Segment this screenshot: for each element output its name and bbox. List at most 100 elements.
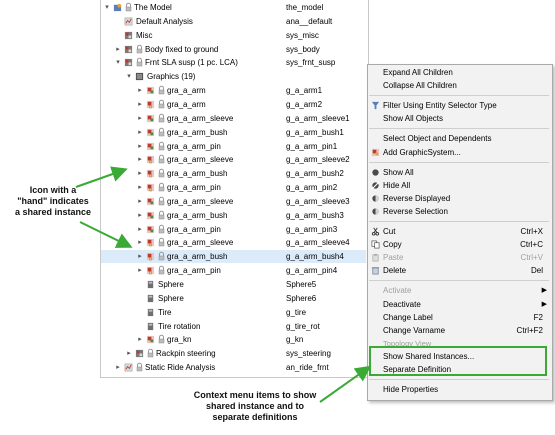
expand-toggle-icon[interactable]: ▸ (125, 347, 133, 360)
tree-row[interactable]: ▸ gra_a_arm_pin g_a_arm_pin1 (101, 140, 366, 153)
menu-item-label: Expand All Children (383, 68, 453, 77)
expand-toggle-icon[interactable]: ▸ (136, 112, 144, 125)
expand-toggle-icon[interactable]: ▸ (136, 250, 144, 263)
tree-row[interactable]: Tire rotation g_tire_rot (101, 320, 366, 333)
tree-row-label: gra_a_arm_bush (167, 127, 228, 137)
menu-item-reverse-displayed[interactable]: Reverse Displayed (368, 192, 552, 205)
tree-row[interactable]: ▸ gra_a_arm_pin g_a_arm_pin3 (101, 223, 366, 236)
note-line: Context menu items to show (193, 390, 317, 400)
hide-icon (371, 181, 380, 190)
menu-item-shortcut: Ctrl+C (520, 240, 543, 250)
menu-item-change-label[interactable]: Change Label F2 (368, 311, 552, 324)
tree-row[interactable]: ▸ Body fixed to ground sys_body (101, 43, 366, 56)
menu-item-change-varname[interactable]: Change Varname Ctrl+F2 (368, 324, 552, 337)
lock-icon (158, 251, 165, 261)
expand-toggle-icon[interactable]: ▸ (114, 361, 122, 374)
menu-item-deactivate[interactable]: Deactivate ▶ (368, 298, 552, 311)
lock-icon (158, 99, 165, 109)
tree-row[interactable]: Default Analysis ana__default (101, 15, 366, 28)
tree-row[interactable]: Tire g_tire (101, 306, 366, 319)
tree-row-label: Frnt SLA susp (1 pc. LCA) (145, 58, 238, 68)
menu-item-collapse-all-children[interactable]: Collapse All Children (368, 79, 552, 92)
expand-toggle-icon[interactable]: ▾ (103, 1, 111, 14)
menu-item-cut[interactable]: Cut Ctrl+X (368, 225, 552, 238)
expand-toggle-icon[interactable]: ▸ (136, 195, 144, 208)
tree-row[interactable]: ▸ gra_kn g_kn (101, 333, 366, 346)
expand-toggle-icon[interactable]: ▸ (136, 126, 144, 139)
tree-row-label: gra_kn (167, 335, 192, 345)
menu-item-label: Filter Using Entity Selector Type (383, 101, 497, 111)
menu-item-show-all[interactable]: Show All (368, 166, 552, 179)
menu-item-label: Paste (383, 253, 404, 263)
expand-toggle-icon[interactable]: ▸ (136, 223, 144, 236)
tree-row-varname: Sphere6 (286, 293, 317, 303)
tree-row[interactable]: ▾ The Model the_model (101, 1, 366, 14)
tree-row[interactable]: ▸ gra_a_arm_bush g_a_arm_bush2 (101, 167, 366, 180)
graphic-icon (146, 211, 155, 220)
tree-row[interactable]: Sphere Sphere6 (101, 292, 366, 305)
menu-item-hide-all[interactable]: Hide All (368, 179, 552, 192)
menu-item-hide-properties[interactable]: Hide Properties (368, 383, 552, 396)
tree-row-varname: sys_steering (286, 349, 331, 359)
expand-toggle-icon[interactable]: ▸ (136, 167, 144, 180)
menu-item-copy[interactable]: Copy Ctrl+C (368, 238, 552, 251)
tree-row[interactable]: Sphere Sphere5 (101, 278, 366, 291)
menu-separator (369, 280, 549, 282)
graphic-icon (146, 225, 155, 234)
expand-toggle-icon[interactable]: ▸ (136, 181, 144, 194)
tree-row[interactable]: ▸ gra_a_arm_bush g_a_arm_bush4 (101, 250, 366, 264)
expand-toggle-icon[interactable]: ▾ (125, 70, 133, 83)
menu-separator (369, 379, 549, 381)
tree-row[interactable]: ▸ gra_a_arm g_a_arm1 (101, 84, 366, 97)
expand-toggle-icon[interactable]: ▾ (114, 56, 122, 69)
menu-item-expand-all-children[interactable]: Expand All Children (368, 66, 552, 79)
tree-row[interactable]: ▸ gra_a_arm_sleeve g_a_arm_sleeve3 (101, 195, 366, 208)
tree-row[interactable]: ▸ gra_a_arm_sleeve g_a_arm_sleeve1 (101, 112, 366, 125)
tree-row-varname: g_a_arm_bush4 (286, 252, 344, 262)
menu-item-label: Hide Properties (383, 385, 439, 395)
tree-row[interactable]: ▸ Rackpin steering sys_steering (101, 347, 366, 360)
menu-item-show-all-objects[interactable]: Show All Objects (368, 112, 552, 125)
expand-toggle-icon[interactable]: ▸ (136, 98, 144, 111)
expand-toggle-icon[interactable]: ▸ (136, 236, 144, 249)
tree-row-varname: g_a_arm_sleeve1 (286, 113, 350, 123)
expand-toggle-icon[interactable]: ▸ (136, 153, 144, 166)
primitive-icon (146, 280, 155, 289)
tree-row-label: Rackpin steering (156, 349, 216, 359)
expand-toggle-icon[interactable]: ▸ (136, 140, 144, 153)
lock-icon (136, 44, 143, 54)
menu-item-label: Deactivate (383, 299, 421, 309)
tree-row[interactable]: Misc sys_misc (101, 29, 366, 42)
expand-toggle-icon[interactable]: ▸ (136, 84, 144, 97)
primitive-icon (146, 294, 155, 303)
menu-item-reverse-selection[interactable]: Reverse Selection (368, 205, 552, 218)
folder-icon (135, 72, 144, 81)
expand-toggle-icon[interactable]: ▸ (114, 43, 122, 56)
menu-item-delete[interactable]: Delete Del (368, 264, 552, 277)
tree-row[interactable]: ▸ gra_a_arm_sleeve g_a_arm_sleeve4 (101, 236, 366, 249)
expand-toggle-icon[interactable]: ▸ (136, 209, 144, 222)
tree-row[interactable]: ▸ gra_a_arm_bush g_a_arm_bush1 (101, 126, 366, 139)
menu-item-filter-using-entity-selector-type[interactable]: Filter Using Entity Selector Type (368, 99, 552, 112)
tree-row[interactable]: ▸ gra_a_arm g_a_arm2 (101, 98, 366, 111)
tree-row[interactable]: ▸ Static Ride Analysis an_ride_frnt (101, 361, 366, 374)
tree-row[interactable]: ▸ gra_a_arm_bush g_a_arm_bush3 (101, 209, 366, 222)
graphic-icon (146, 128, 155, 137)
menu-item-select-object-and-dependents[interactable]: Select Object and Dependents (368, 132, 552, 145)
tree-row[interactable]: ▸ gra_a_arm_pin g_a_arm_pin2 (101, 181, 366, 194)
menu-item-label: Reverse Selection (383, 206, 448, 216)
tree-row-varname: g_a_arm_sleeve2 (286, 155, 350, 165)
menu-item-label: Add GraphicSystem... (383, 147, 461, 157)
tree-row[interactable]: ▾ Frnt SLA susp (1 pc. LCA) sys_frnt_susp (101, 56, 366, 69)
menu-item-add-graphicsystem[interactable]: Add GraphicSystem... (368, 146, 552, 159)
expand-toggle-icon[interactable]: ▸ (136, 264, 144, 277)
tree-row-varname: g_a_arm_pin4 (286, 266, 338, 276)
expand-toggle-icon[interactable]: ▸ (136, 333, 144, 346)
menu-separator (369, 95, 549, 97)
tree-row[interactable]: ▸ gra_a_arm_pin g_a_arm_pin4 (101, 264, 366, 277)
tree-row[interactable]: ▾ Graphics (19) (101, 70, 366, 83)
reverse-icon (371, 207, 380, 216)
tree-row-label: gra_a_arm_sleeve (167, 238, 234, 248)
tree-row[interactable]: ▸ gra_a_arm_sleeve g_a_arm_sleeve2 (101, 153, 366, 166)
lock-icon (158, 237, 165, 247)
